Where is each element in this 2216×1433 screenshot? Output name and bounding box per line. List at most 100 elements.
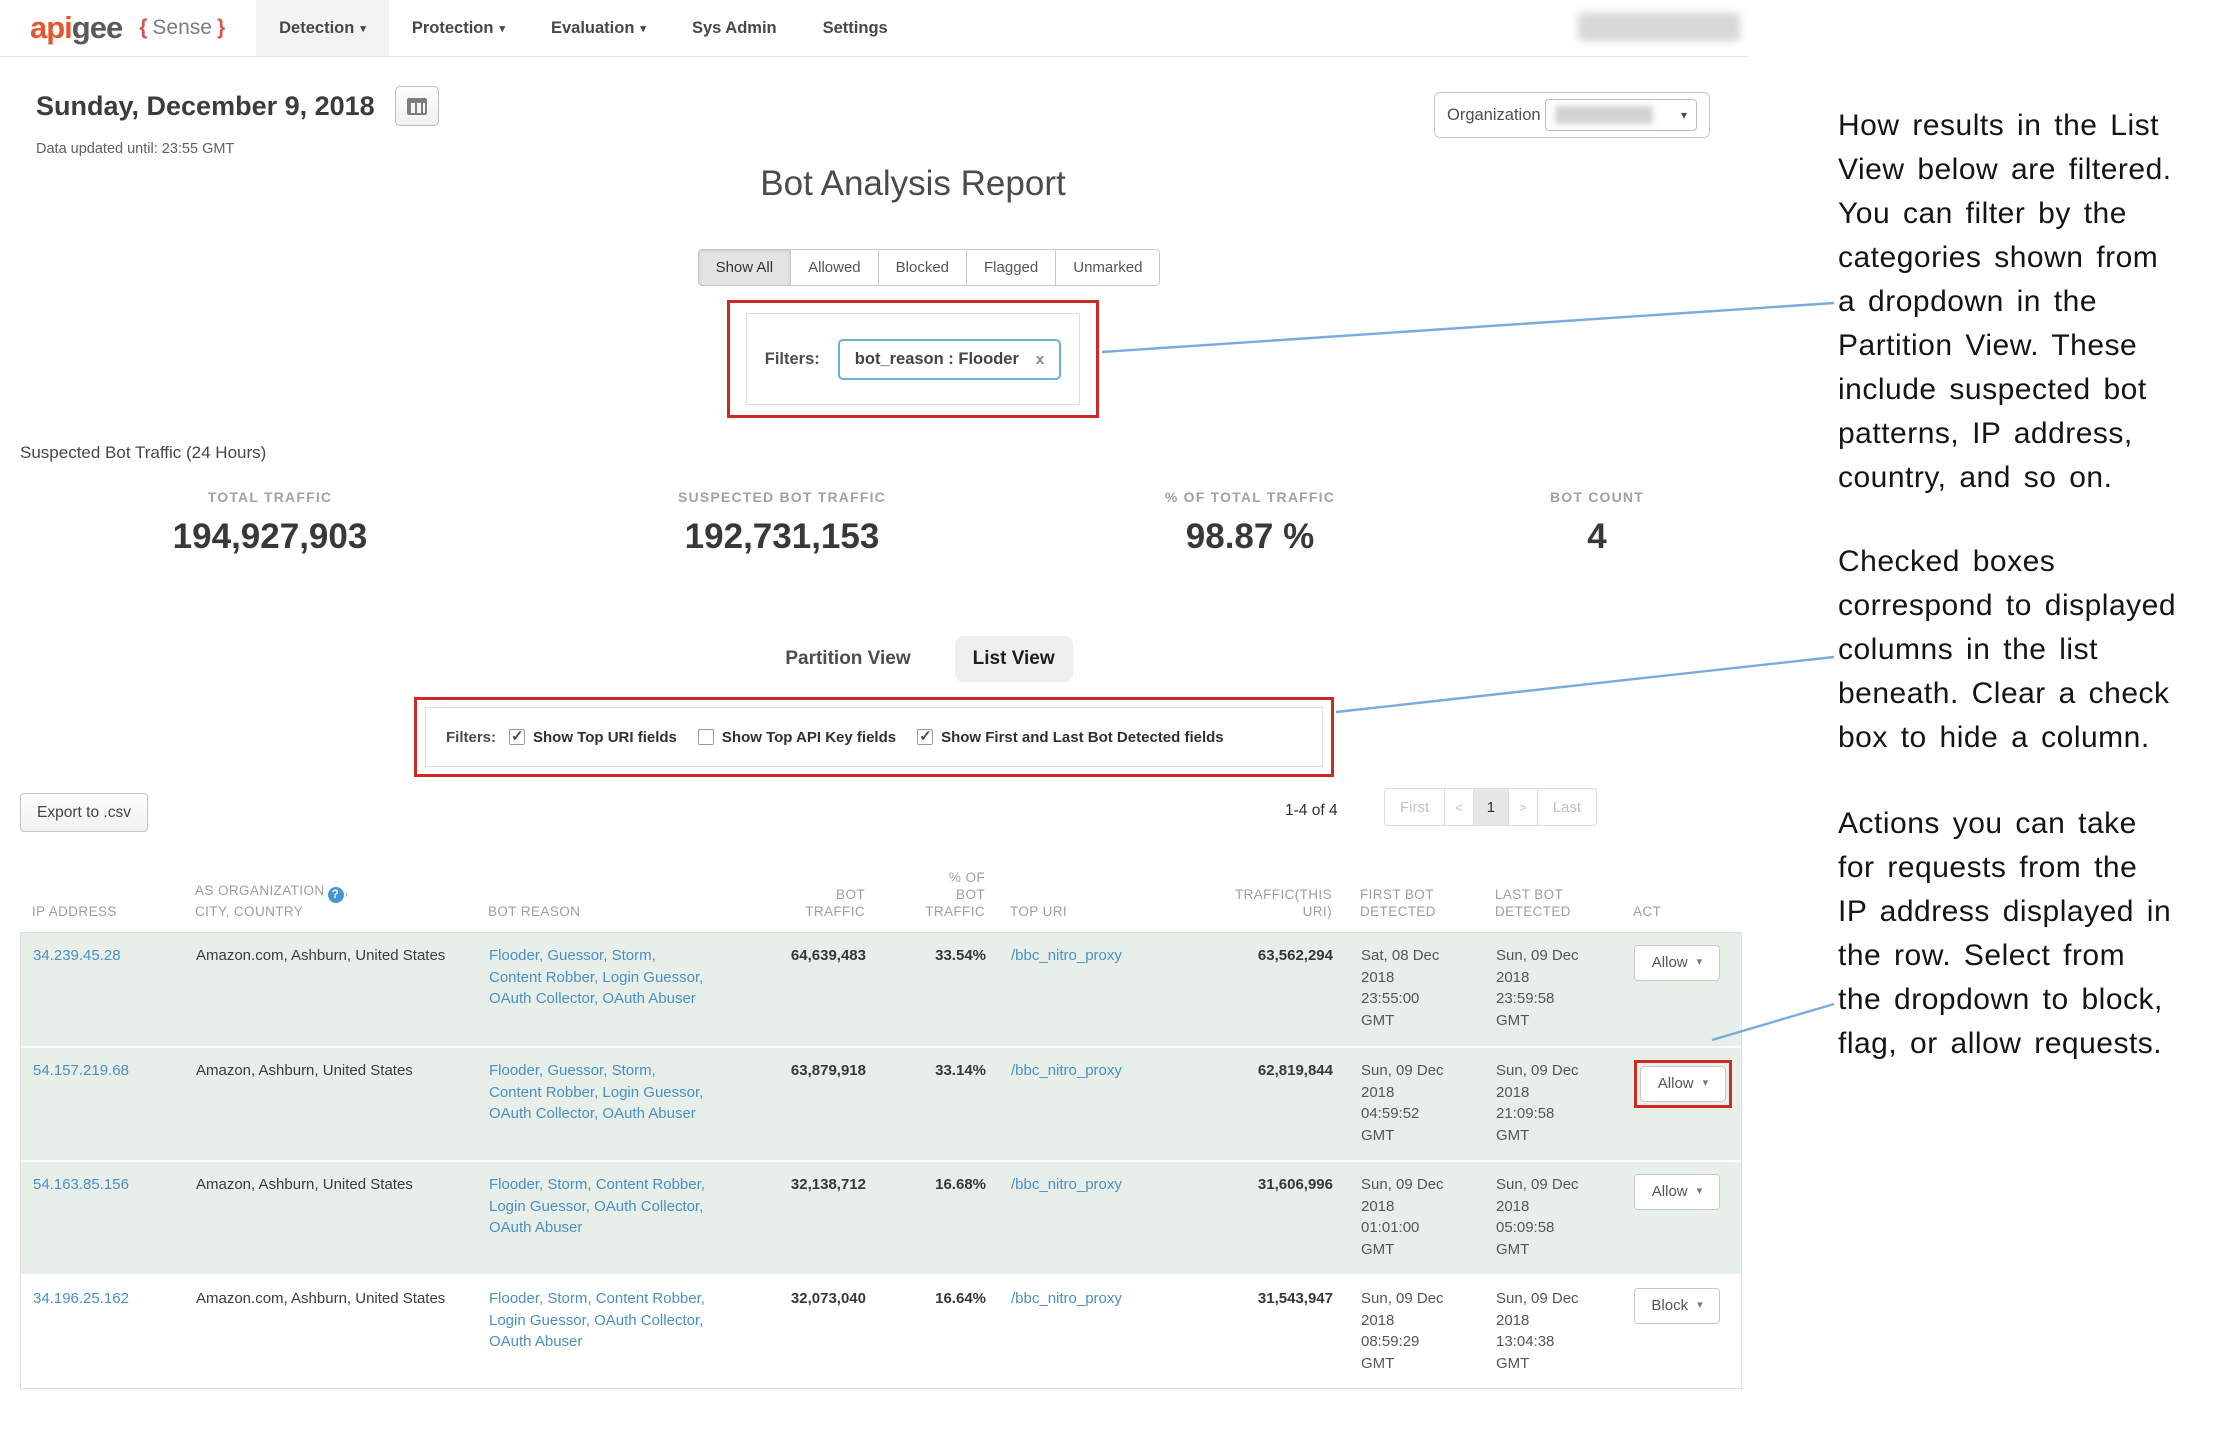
col-header-text: AS ORGANIZATION	[195, 883, 325, 898]
annotation-note-checkboxes: Checked boxes correspond to displayed co…	[1838, 540, 2216, 760]
col-header-pct-bot-traffic[interactable]: % OF BOT TRAFFIC	[865, 869, 985, 920]
organization-widget: Organization ▾	[1434, 92, 1710, 138]
act-dropdown-allow[interactable]: Allow ▾	[1640, 1066, 1726, 1102]
bot-reason-links[interactable]: Flooder, Storm, Content Robber, Login Gu…	[481, 1174, 739, 1260]
filters-panel: Filters: bot_reason : Flooder x	[746, 313, 1080, 405]
traffic-this-uri-cell: 63,562,294	[1181, 945, 1333, 1032]
calendar-icon	[407, 98, 427, 115]
tab-show-all[interactable]: Show All	[698, 249, 792, 286]
date-header: Sunday, December 9, 2018	[36, 86, 439, 126]
act-dropdown-label: Allow	[1652, 952, 1688, 974]
top-uri-link[interactable]: /bbc_nitro_proxy	[986, 945, 1181, 1032]
as-organization-cell: Amazon, Ashburn, United States	[186, 1060, 481, 1146]
user-account-redacted	[1578, 13, 1740, 41]
show-top-api-key-checkbox[interactable]	[698, 729, 714, 745]
col-header-top-uri[interactable]: TOP URI	[985, 903, 1180, 920]
ip-address-link[interactable]: 54.157.219.68	[21, 1060, 186, 1146]
act-dropdown-block[interactable]: Block ▾	[1634, 1288, 1720, 1324]
pagination-last-button[interactable]: Last	[1537, 788, 1597, 826]
nav-item-label: Settings	[823, 19, 888, 38]
stat-value: 194,927,903	[50, 517, 490, 557]
act-dropdown-allow[interactable]: Allow ▾	[1634, 1174, 1720, 1210]
pagination-next-button[interactable]: >	[1508, 788, 1538, 826]
nav-item-settings[interactable]: Settings	[800, 0, 911, 56]
filter-tag-bot-reason[interactable]: bot_reason : Flooder x	[838, 339, 1061, 380]
traffic-this-uri-cell: 31,606,996	[1181, 1174, 1333, 1260]
sense-open-brace: {	[139, 16, 147, 40]
col-header-as-organization[interactable]: AS ORGANIZATION?, CITY, COUNTRY	[185, 882, 480, 921]
filter-tag-remove-icon[interactable]: x	[1036, 351, 1044, 368]
bot-traffic-cell: 32,073,040	[739, 1288, 866, 1374]
checkbox-label: Show First and Last Bot Detected fields	[941, 729, 1224, 746]
stat-label: TOTAL TRAFFIC	[50, 489, 490, 505]
pagination-prev-button[interactable]: <	[1444, 788, 1474, 826]
act-cell: Allow ▾	[1616, 1174, 1743, 1260]
pct-bot-traffic-cell: 16.64%	[866, 1288, 986, 1374]
export-csv-button[interactable]: Export to .csv	[20, 793, 148, 832]
top-uri-link[interactable]: /bbc_nitro_proxy	[986, 1060, 1181, 1146]
show-first-last-detected-checkbox[interactable]	[917, 729, 933, 745]
filters-label: Filters:	[765, 350, 820, 369]
bot-reason-links[interactable]: Flooder, Guessor, Storm, Content Robber,…	[481, 945, 739, 1032]
col-header-first-bot-detected[interactable]: FIRST BOT DETECTED	[1332, 886, 1480, 920]
filter-tag-text: bot_reason : Flooder	[855, 350, 1019, 369]
col-header-act[interactable]: ACT	[1615, 903, 1742, 920]
pct-bot-traffic-cell: 16.68%	[866, 1174, 986, 1260]
tab-blocked[interactable]: Blocked	[878, 249, 967, 286]
col-header-comma: ,	[345, 883, 349, 898]
filter-show-first-last-detected: Show First and Last Bot Detected fields	[917, 729, 1224, 746]
last-bot-detected-cell: Sun, 09 Dec 2018 05:09:58 GMT	[1481, 1174, 1616, 1260]
table-row: 34.196.25.162 Amazon.com, Ashburn, Unite…	[21, 1274, 1741, 1388]
act-cell: Allow ▾	[1616, 945, 1743, 1032]
nav-item-detection[interactable]: Detection ▾	[256, 0, 389, 56]
col-header-last-bot-detected[interactable]: LAST BOT DETECTED	[1480, 886, 1615, 920]
callout-line-filters	[1102, 303, 1834, 352]
show-top-uri-checkbox[interactable]	[509, 729, 525, 745]
pagination-page-1[interactable]: 1	[1473, 788, 1509, 826]
nav-item-protection[interactable]: Protection ▾	[389, 0, 528, 56]
column-filters-panel: Filters: Show Top URI fields Show Top AP…	[425, 707, 1323, 767]
nav-item-label: Evaluation	[551, 19, 634, 38]
ip-address-link[interactable]: 34.239.45.28	[21, 945, 186, 1032]
tab-allowed[interactable]: Allowed	[790, 249, 879, 286]
help-question-icon[interactable]: ?	[328, 887, 344, 903]
bot-traffic-cell: 63,879,918	[739, 1060, 866, 1146]
col-header-traffic-this-uri[interactable]: TRAFFIC(THIS URI)	[1180, 886, 1332, 920]
apigee-logo: apigee	[30, 0, 122, 56]
sense-close-brace: }	[217, 16, 225, 40]
tab-flagged[interactable]: Flagged	[966, 249, 1056, 286]
nav-item-sys-admin[interactable]: Sys Admin	[669, 0, 800, 56]
annotation-box-act-dropdown: Allow ▾	[1634, 1060, 1732, 1108]
top-uri-link[interactable]: /bbc_nitro_proxy	[986, 1288, 1181, 1374]
filter-show-top-api-key: Show Top API Key fields	[698, 729, 896, 746]
first-bot-detected-cell: Sun, 09 Dec 2018 01:01:00 GMT	[1333, 1174, 1481, 1260]
as-organization-cell: Amazon.com, Ashburn, United States	[186, 1288, 481, 1374]
ip-address-link[interactable]: 54.163.85.156	[21, 1174, 186, 1260]
bot-reason-links[interactable]: Flooder, Guessor, Storm, Content Robber,…	[481, 1060, 739, 1146]
as-organization-cell: Amazon.com, Ashburn, United States	[186, 945, 481, 1032]
organization-select[interactable]: ▾	[1545, 99, 1697, 131]
top-uri-link[interactable]: /bbc_nitro_proxy	[986, 1174, 1181, 1260]
logo-api: api	[30, 10, 72, 46]
ip-address-link[interactable]: 34.196.25.162	[21, 1288, 186, 1374]
col-header-bot-reason[interactable]: BOT REASON	[480, 903, 738, 920]
nav-item-evaluation[interactable]: Evaluation ▾	[528, 0, 669, 56]
bot-reason-links[interactable]: Flooder, Storm, Content Robber, Login Gu…	[481, 1288, 739, 1374]
logo-gee: gee	[72, 10, 122, 46]
chevron-down-icon: ▾	[1681, 108, 1687, 122]
tab-unmarked[interactable]: Unmarked	[1055, 249, 1160, 286]
col-header-ip-address[interactable]: IP ADDRESS	[20, 903, 185, 920]
tab-partition-view[interactable]: Partition View	[785, 648, 910, 670]
tab-list-view[interactable]: List View	[955, 636, 1073, 682]
sense-label: Sense	[152, 16, 212, 40]
pagination-first-button[interactable]: First	[1384, 788, 1445, 826]
table-row: 34.239.45.28 Amazon.com, Ashburn, United…	[21, 933, 1741, 1046]
col-header-bot-traffic[interactable]: BOT TRAFFIC	[738, 886, 865, 920]
act-cell: Block ▾	[1616, 1288, 1743, 1374]
stats-section-label: Suspected Bot Traffic (24 Hours)	[20, 443, 266, 463]
act-dropdown-allow[interactable]: Allow ▾	[1634, 945, 1720, 981]
status-tabs: Show All Allowed Blocked Flagged Unmarke…	[0, 249, 1858, 286]
table-row: 54.157.219.68 Amazon, Ashburn, United St…	[21, 1046, 1741, 1160]
calendar-button[interactable]	[395, 86, 439, 126]
report-date: Sunday, December 9, 2018	[36, 91, 375, 122]
